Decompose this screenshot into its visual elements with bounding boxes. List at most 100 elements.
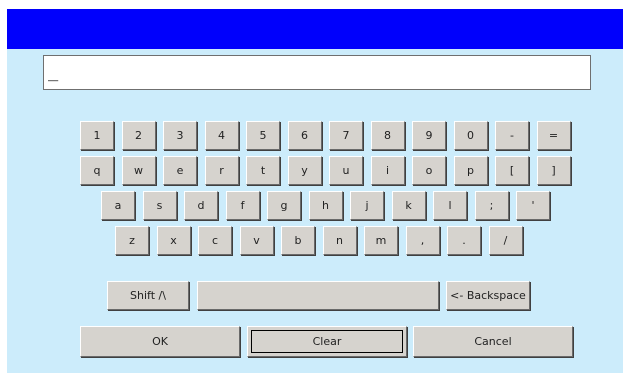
key-row4-2[interactable]: c <box>198 226 232 255</box>
key-row4-6[interactable]: m <box>364 226 398 255</box>
key-label: 5 <box>259 129 267 142</box>
key-label: w <box>134 164 143 177</box>
key-label: - <box>510 129 514 142</box>
key-row2-7[interactable]: i <box>370 156 405 185</box>
key-row1-3[interactable]: 4 <box>204 121 239 150</box>
key-label: u <box>342 164 350 177</box>
key-label: f <box>240 199 245 212</box>
key-label: ; <box>489 199 494 212</box>
key-row2-10[interactable]: [ <box>495 156 529 185</box>
key-row4-4[interactable]: b <box>281 226 315 255</box>
ok-label: OK <box>152 335 168 348</box>
key-row1-7[interactable]: 8 <box>370 121 405 150</box>
key-label: ' <box>531 199 535 212</box>
key-label: 2 <box>135 129 142 142</box>
key-row2-0[interactable]: q <box>80 156 114 185</box>
key-label: x <box>170 234 177 247</box>
key-row3-5[interactable]: h <box>308 191 343 220</box>
key-row4-1[interactable]: x <box>156 226 191 255</box>
key-label: k <box>405 199 412 212</box>
key-label: 7 <box>342 129 350 142</box>
key-row3-9[interactable]: ; <box>474 191 509 220</box>
key-row1-10[interactable]: - <box>495 121 529 150</box>
key-row3-4[interactable]: g <box>267 191 301 220</box>
space-bar[interactable] <box>197 281 439 310</box>
key-label: j <box>365 199 369 212</box>
cancel-button[interactable]: Cancel <box>413 326 573 357</box>
key-row4-9[interactable]: / <box>488 226 523 255</box>
key-row3-7[interactable]: k <box>391 191 426 220</box>
ok-button[interactable]: OK <box>80 326 240 357</box>
key-row1-8[interactable]: 9 <box>412 121 446 150</box>
key-label: / <box>503 234 508 247</box>
key-label: c <box>211 234 219 247</box>
key-label: 4 <box>218 129 225 142</box>
key-row2-4[interactable]: t <box>246 156 280 185</box>
key-row2-11[interactable]: ] <box>536 156 571 185</box>
clear-label: Clear <box>312 335 342 348</box>
key-row4-0[interactable]: z <box>115 226 149 255</box>
key-label: 9 <box>425 129 433 142</box>
key-row1-6[interactable]: 7 <box>329 121 363 150</box>
key-row4-5[interactable]: n <box>322 226 357 255</box>
key-label: h <box>322 199 329 212</box>
key-row4-8[interactable]: . <box>447 226 481 255</box>
key-label: m <box>375 234 387 247</box>
clear-button[interactable]: Clear <box>247 326 407 357</box>
key-row1-4[interactable]: 5 <box>246 121 280 150</box>
key-label: 3 <box>176 129 184 142</box>
backspace-label: <- Backspace <box>450 289 526 302</box>
key-label: 6 <box>301 129 308 142</box>
shift-button[interactable]: Shift /\ <box>107 281 189 310</box>
key-label: i <box>385 164 390 177</box>
key-label: 8 <box>384 129 391 142</box>
key-row2-9[interactable]: p <box>453 156 488 185</box>
key-label: , <box>420 234 425 247</box>
key-label: = <box>548 129 559 142</box>
key-label: d <box>197 199 205 212</box>
key-row2-3[interactable]: r <box>204 156 239 185</box>
key-row3-0[interactable]: a <box>101 191 135 220</box>
title-bar <box>7 9 623 49</box>
key-label: g <box>280 199 288 212</box>
key-row2-6[interactable]: u <box>329 156 363 185</box>
keyboard-dialog: _ 1 2 3 4 5 6 7 8 9 0 - = q w e r t y u i o p [] a s d f g h j k l; ' z x c… <box>7 9 623 373</box>
key-label: q <box>93 164 101 177</box>
key-label: b <box>294 234 302 247</box>
key-row3-2[interactable]: d <box>184 191 218 220</box>
key-label: 0 <box>467 129 474 142</box>
key-row1-0[interactable]: 1 <box>80 121 114 150</box>
key-label: r <box>219 164 224 177</box>
key-row3-10[interactable]: ' <box>516 191 550 220</box>
key-row1-11[interactable]: = <box>536 121 571 150</box>
key-label: z <box>129 234 135 247</box>
key-label: l <box>448 199 452 212</box>
key-label: [ <box>509 164 515 177</box>
key-row4-7[interactable]: , <box>405 226 440 255</box>
backspace-button[interactable]: <- Backspace <box>446 281 530 310</box>
key-label: ] <box>551 164 556 177</box>
key-row2-1[interactable]: w <box>121 156 156 185</box>
key-row1-5[interactable]: 6 <box>287 121 322 150</box>
key-label: e <box>176 164 184 177</box>
key-label: n <box>336 234 343 247</box>
key-row3-1[interactable]: s <box>142 191 177 220</box>
cancel-label: Cancel <box>474 335 512 348</box>
key-row3-8[interactable]: l <box>433 191 467 220</box>
key-label: a <box>114 199 122 212</box>
key-label: 1 <box>93 129 101 142</box>
key-label: . <box>462 234 466 247</box>
key-row4-3[interactable]: v <box>239 226 274 255</box>
key-row3-3[interactable]: f <box>225 191 260 220</box>
key-row1-1[interactable]: 2 <box>121 121 156 150</box>
key-row2-8[interactable]: o <box>412 156 446 185</box>
key-label: o <box>425 164 433 177</box>
key-row2-2[interactable]: e <box>163 156 197 185</box>
key-row1-9[interactable]: 0 <box>453 121 488 150</box>
text-input-field[interactable]: _ <box>43 55 591 90</box>
key-label: v <box>253 234 260 247</box>
input-value: _ <box>48 62 59 82</box>
key-row3-6[interactable]: j <box>350 191 384 220</box>
key-row1-2[interactable]: 3 <box>163 121 197 150</box>
key-row2-5[interactable]: y <box>287 156 322 185</box>
